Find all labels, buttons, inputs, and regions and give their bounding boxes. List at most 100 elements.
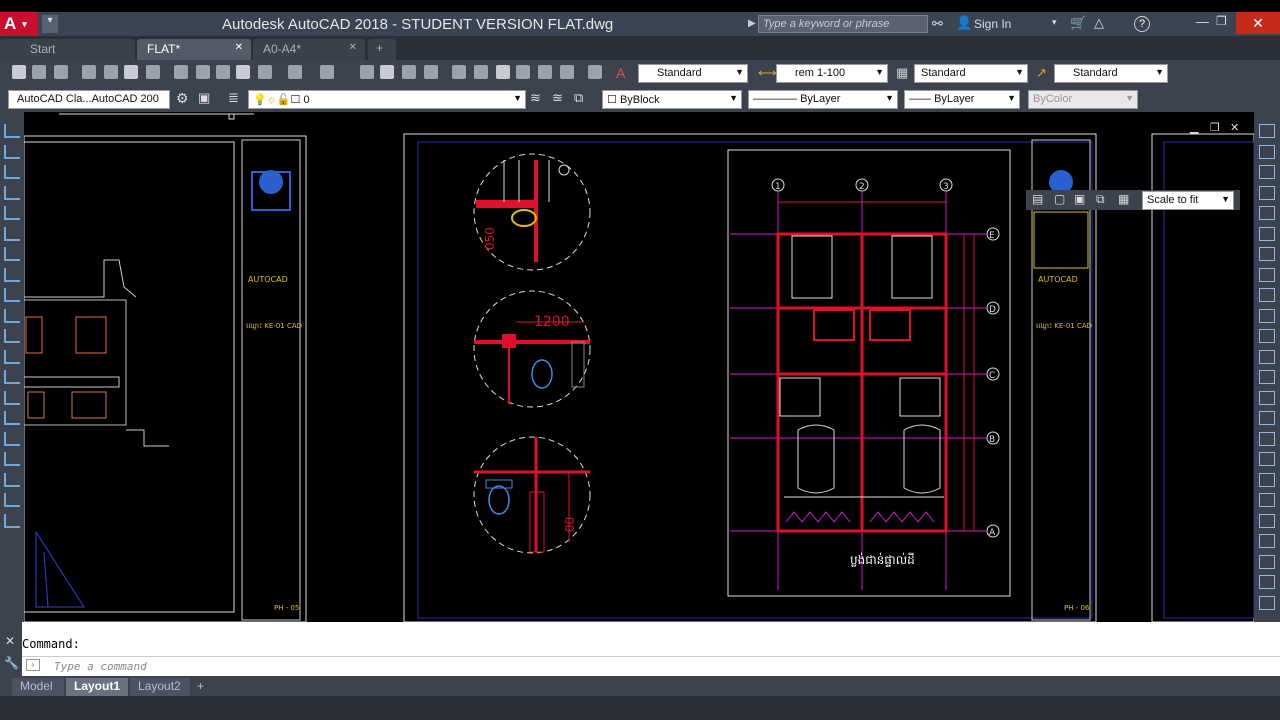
viewport-restore-icon[interactable]: ❐	[1210, 121, 1220, 134]
copy-icon[interactable]	[196, 65, 210, 79]
chamfer-icon[interactable]	[1259, 411, 1275, 425]
stretch-icon[interactable]	[1259, 288, 1275, 302]
minimize-button[interactable]: —	[1196, 14, 1209, 29]
arc-icon[interactable]	[4, 226, 20, 241]
layer-dropdown[interactable]: 💡☼🔓☐ 0 ▼	[248, 90, 526, 109]
close-icon[interactable]: ✕	[5, 634, 15, 648]
offset-icon[interactable]	[1259, 185, 1275, 200]
linetype-dropdown[interactable]: ———— ByLayer ▼	[748, 90, 898, 109]
table-icon[interactable]	[4, 472, 20, 487]
close-icon[interactable]: ✕	[235, 42, 243, 53]
viewport-minimize-icon[interactable]: ▁	[1189, 121, 1199, 134]
construction-line-icon[interactable]	[4, 144, 20, 159]
zoom-realtime-icon[interactable]	[380, 65, 394, 79]
close-button[interactable]: ✕	[1236, 12, 1280, 34]
color-dropdown[interactable]: ☐ ByBlock ▼	[602, 90, 742, 109]
tab-a0-a4[interactable]: A0-A4* ✕	[253, 39, 365, 60]
viewport-scale-dropdown[interactable]: Scale to fit ▼	[1142, 191, 1234, 210]
text-style-dropdown[interactable]: Standard ▼	[638, 64, 748, 83]
command-window-handle[interactable]: ✕ 🔧	[0, 622, 22, 676]
revision-cloud-icon[interactable]	[4, 267, 20, 282]
redo-icon[interactable]	[320, 65, 334, 79]
draw-order-icon[interactable]	[1259, 493, 1275, 507]
tab-layout2[interactable]: Layout2	[130, 678, 190, 696]
exchange-icon[interactable]: △	[1094, 15, 1104, 31]
viewport-icon[interactable]: ▤	[1032, 192, 1043, 206]
viewport-icon[interactable]: ▢	[1054, 192, 1065, 206]
pan-icon[interactable]	[360, 65, 374, 79]
help-icon[interactable]	[588, 65, 602, 79]
trim-icon[interactable]	[1259, 308, 1275, 323]
fillet-icon[interactable]	[1259, 431, 1275, 446]
quickcalc-icon[interactable]	[560, 65, 574, 79]
below-icon[interactable]	[1259, 575, 1275, 589]
polyline-icon[interactable]	[4, 165, 20, 179]
copy-object-icon[interactable]	[1259, 144, 1275, 159]
tab-flat[interactable]: FLAT* ✕	[137, 39, 251, 60]
viewport-icon[interactable]: ▣	[1074, 192, 1085, 206]
gear-icon[interactable]: ⚙	[176, 90, 189, 107]
break-at-point-icon[interactable]	[1259, 349, 1275, 364]
send-back-icon[interactable]	[1259, 534, 1275, 548]
insert-block-icon[interactable]	[4, 349, 20, 364]
close-icon[interactable]: ✕	[349, 42, 357, 53]
table-style-icon[interactable]: ▦	[896, 65, 908, 81]
mirror-icon[interactable]	[1259, 165, 1275, 179]
maximize-button[interactable]: ❐	[1216, 14, 1227, 28]
make-current-icon[interactable]: ≋	[530, 90, 541, 106]
rotate-icon[interactable]	[1259, 247, 1275, 261]
scale-icon[interactable]	[1259, 267, 1275, 282]
properties-icon[interactable]	[452, 65, 466, 79]
zoom-window-icon[interactable]	[402, 65, 416, 79]
new-tab-button[interactable]: +	[368, 39, 396, 60]
break-icon[interactable]	[1259, 370, 1275, 384]
region-icon[interactable]	[4, 452, 20, 466]
viewport-icon[interactable]: ⧉	[1096, 192, 1105, 207]
gradient-icon[interactable]	[4, 431, 20, 446]
table-style-dropdown[interactable]: Standard ▼	[914, 64, 1028, 83]
viewport-icon[interactable]: ▦	[1118, 192, 1129, 206]
tool-palettes-icon[interactable]	[496, 65, 510, 79]
erase-icon[interactable]	[1259, 124, 1275, 138]
plotstyle-dropdown[interactable]: ByColor ▼	[1028, 90, 1138, 109]
markup-icon[interactable]	[538, 65, 552, 79]
command-input[interactable]: Type a command	[22, 656, 1280, 675]
previous-layer-icon[interactable]: ⧉	[574, 90, 583, 106]
text-style-icon[interactable]: A	[616, 65, 625, 81]
quick-access-dropdown[interactable]: ▾	[42, 15, 58, 33]
mleader-style-icon[interactable]: ↗	[1036, 65, 1047, 81]
drawing-canvas[interactable]: 050 1200 00 1 2 3 E D C B A ប្លង់ជាន់ផ្ទ…	[24, 112, 1254, 622]
match-layer-icon[interactable]: ≊	[552, 90, 563, 106]
print-icon[interactable]	[82, 65, 96, 79]
rectangle-icon[interactable]	[4, 206, 20, 220]
open-icon[interactable]	[32, 65, 46, 79]
wrench-icon[interactable]: 🔧	[4, 656, 19, 670]
circle-icon[interactable]	[4, 247, 20, 261]
sheet-set-icon[interactable]	[516, 65, 530, 79]
extend-icon[interactable]	[1259, 329, 1275, 343]
plot-preview-icon[interactable]	[104, 65, 118, 79]
tab-start[interactable]: Start	[0, 39, 135, 60]
workspace-settings-icon[interactable]: ▣	[198, 90, 210, 106]
bring-front-icon[interactable]	[1259, 513, 1275, 528]
move-icon[interactable]	[1259, 226, 1275, 241]
join-icon[interactable]	[1259, 390, 1275, 405]
line-icon[interactable]	[4, 124, 20, 138]
tab-layout1[interactable]: Layout1	[66, 678, 128, 696]
add-selected-icon[interactable]	[4, 513, 20, 528]
zoom-previous-icon[interactable]	[424, 65, 438, 79]
text-front-icon[interactable]	[1259, 595, 1275, 610]
new-icon[interactable]	[12, 65, 26, 79]
application-menu-button[interactable]: A ▾	[0, 12, 38, 36]
multiline-text-icon[interactable]	[4, 493, 20, 507]
spline-icon[interactable]	[4, 288, 20, 302]
save-icon[interactable]	[54, 65, 68, 79]
binoculars-icon[interactable]: ⚯	[932, 16, 943, 32]
explode-icon[interactable]	[1259, 472, 1275, 487]
search-expand-icon[interactable]: ▶	[748, 18, 756, 29]
workspace-dropdown[interactable]: AutoCAD Cla...AutoCAD 200	[8, 90, 170, 109]
design-center-icon[interactable]	[474, 65, 488, 79]
new-layout-button[interactable]: +	[192, 678, 212, 696]
above-icon[interactable]	[1259, 554, 1275, 569]
cart-icon[interactable]: 🛒	[1070, 15, 1086, 31]
